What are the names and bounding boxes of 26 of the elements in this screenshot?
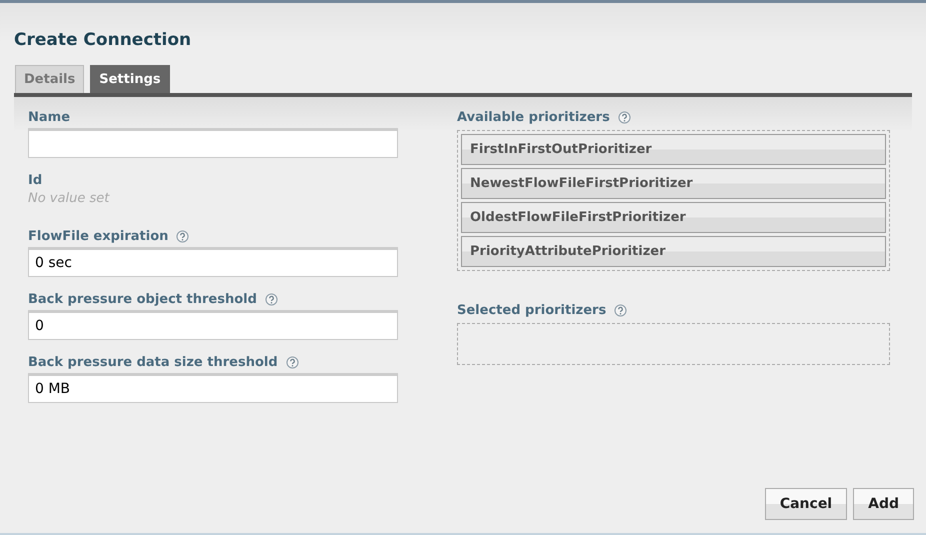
dialog-title: Create Connection	[13, 29, 192, 52]
drop-area[interactable]	[457, 323, 890, 365]
field-label: Available prioritizers	[457, 110, 610, 124]
field-label: Back pressure object threshold	[28, 292, 257, 306]
help-icon[interactable]	[176, 230, 190, 242]
prioritizer-item[interactable]: OldestFlowFileFirstPrioritizer	[461, 202, 886, 233]
help-icon[interactable]	[618, 110, 631, 124]
field-label: Selected prioritizers	[457, 302, 606, 318]
text-field[interactable]: 0 MB	[28, 373, 398, 403]
prioritizer-item[interactable]: PriorityAttributePrioritizer	[461, 236, 886, 267]
help-icon[interactable]	[614, 304, 628, 316]
prioritizer-item[interactable]: FirstInFirstOutPrioritizer	[461, 134, 886, 165]
field-label: Back pressure data size threshold	[28, 354, 278, 370]
help-icon[interactable]	[286, 356, 299, 368]
dialog-button[interactable]: Cancel	[764, 488, 848, 520]
tab[interactable]: Settings	[90, 65, 170, 93]
text-field[interactable]: 0	[28, 310, 398, 340]
field-label: FlowFile expiration	[28, 228, 168, 244]
text-field[interactable]	[28, 128, 398, 158]
dialog-button[interactable]: Add	[853, 488, 914, 520]
prioritizer-item[interactable]: NewestFlowFileFirstPrioritizer	[461, 168, 886, 199]
field-label: Id	[28, 172, 42, 188]
help-icon[interactable]	[264, 292, 278, 306]
text-field[interactable]: 0 sec	[28, 247, 398, 277]
field-label: Name	[28, 110, 70, 124]
field-value: No value set	[28, 191, 111, 206]
